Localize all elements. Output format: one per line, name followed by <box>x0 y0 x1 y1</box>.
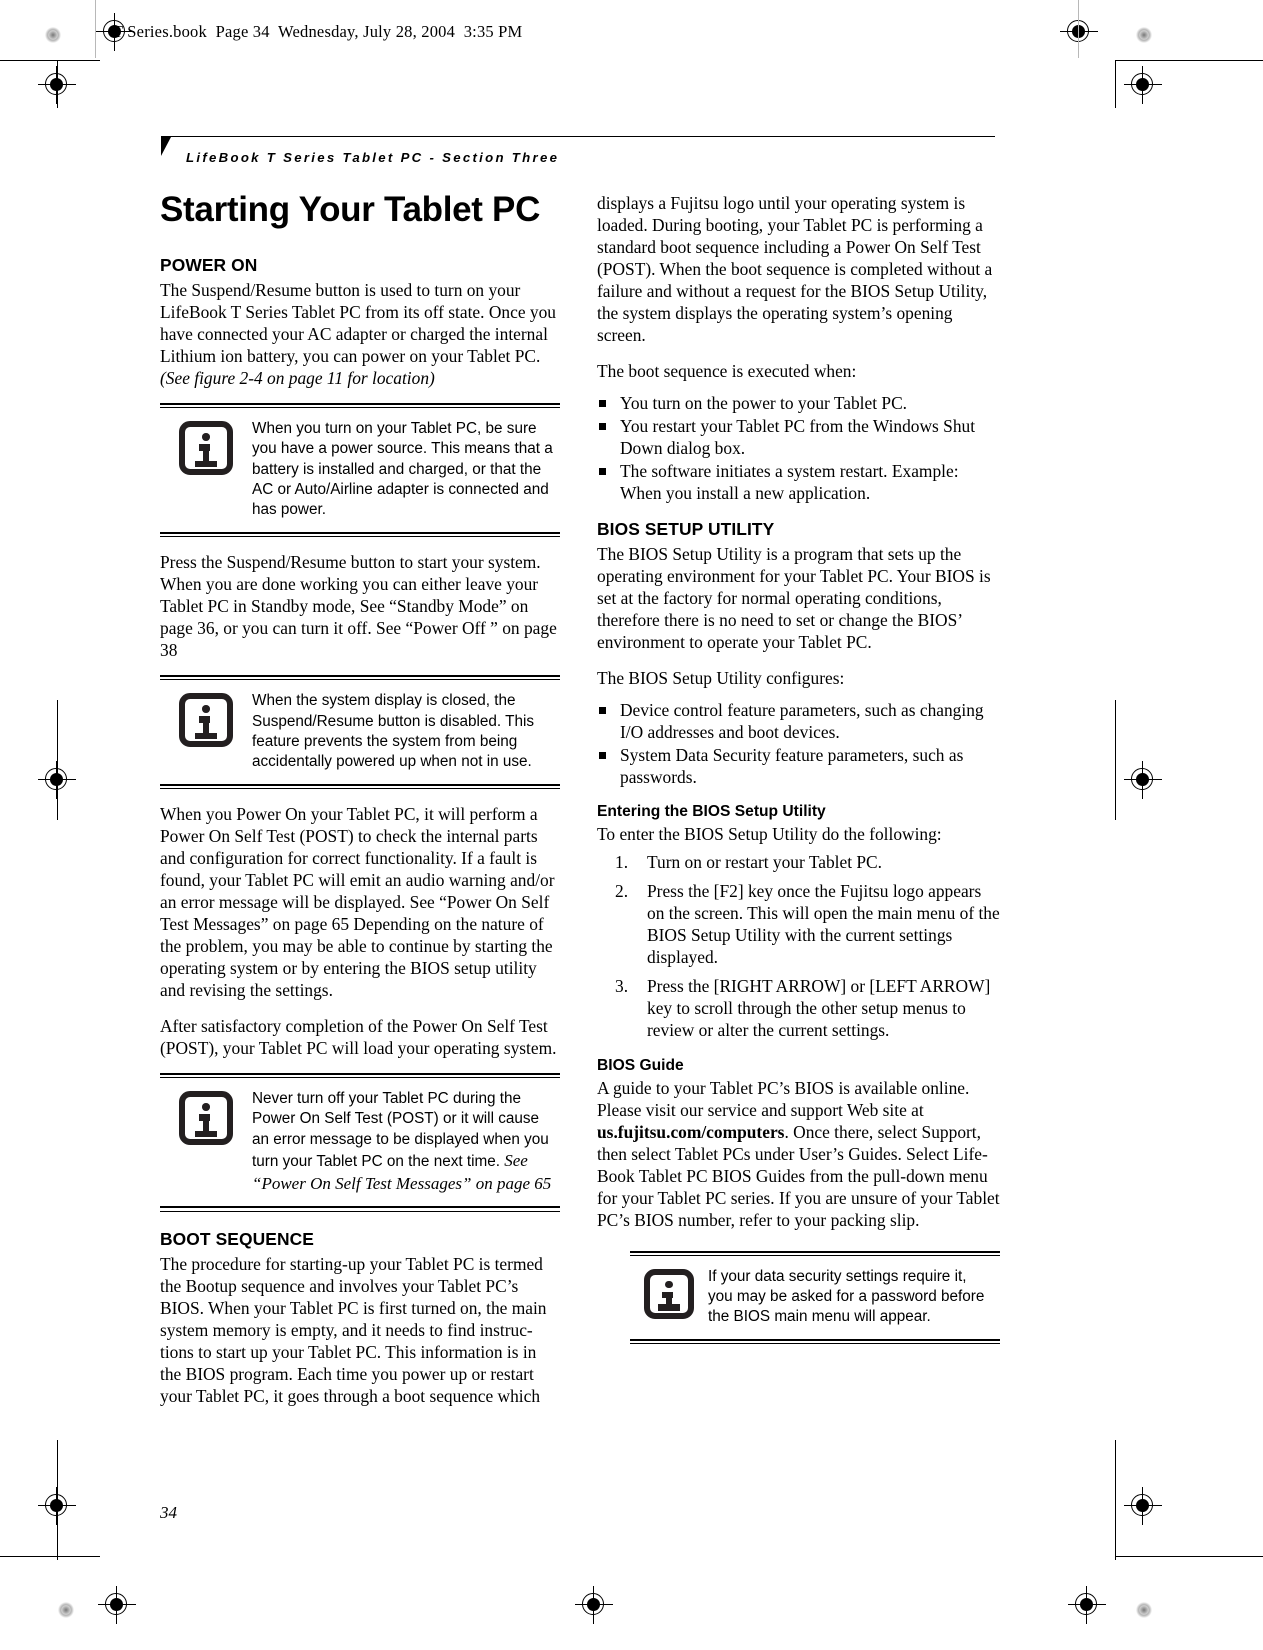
info-box-rule-bottom <box>160 1206 560 1212</box>
information-icon <box>179 693 233 748</box>
registration-mark-right-lower <box>1124 1487 1162 1525</box>
registration-mark-right-middle <box>1124 761 1162 799</box>
crop-line-bottom-right <box>1115 1556 1263 1558</box>
paragraph-bios-configures-lead: The BIOS Setup Utility configures: <box>597 668 845 689</box>
paragraph-boot-executed-lead: The boot sequence is executed when: <box>597 361 857 382</box>
paragraph-post-completion: After satisfactory completion of the Pow… <box>160 1015 557 1058</box>
list-boot-sequence-triggers: You turn on the power to your Tablet PC.… <box>597 392 1000 504</box>
paragraph-bios-guide: A guide to your Tablet PC’s BIOS is avai… <box>597 1077 1000 1231</box>
page-title: Starting Your Tablet PC <box>160 190 541 229</box>
info-box-text: When you turn on your Tablet PC, be sure… <box>252 420 553 519</box>
list-item: Press the [RIGHT ARROW] or [LEFT ARROW] … <box>615 975 991 1041</box>
document-page: T Series.book Page 34 Wednesday, July 28… <box>0 0 1263 1650</box>
crop-line-left-vertical-top <box>57 60 59 108</box>
paragraph-power-on-figure-ref: (See figure 2-4 on page 11 for location) <box>160 367 435 388</box>
info-box-never-turn-off: Never turn off your Tablet PC during the… <box>160 1072 560 1212</box>
heading-bios-guide: BIOS Guide <box>597 1056 684 1074</box>
heading-bios-setup-utility: BIOS SETUP UTILITY <box>597 519 775 540</box>
information-icon <box>644 1268 694 1319</box>
info-box-power-source: When you turn on your Tablet PC, be sure… <box>160 402 560 537</box>
info-box-rule-bottom <box>160 531 560 537</box>
info-icon-wrap <box>160 1089 252 1146</box>
paragraph-boot-continued: displays a Fujitsu logo until your opera… <box>597 193 993 346</box>
info-icon-wrap <box>630 1267 708 1319</box>
crop-line-right-vertical-middle <box>1115 700 1117 820</box>
registration-mark-bottom-right <box>1068 1586 1106 1624</box>
list-entering-bios-steps: Turn on or restart your Tablet PC. Press… <box>597 851 1000 1041</box>
crop-line-left-vertical-middle <box>57 700 59 820</box>
heading-boot-sequence: BOOT SEQUENCE <box>160 1228 314 1249</box>
crop-line-top-left <box>0 60 100 62</box>
info-icon-wrap <box>160 691 252 748</box>
list-item: You restart your Tablet PC from the Wind… <box>597 415 1000 459</box>
header-triangle-marker <box>161 137 171 156</box>
bios-guide-url[interactable]: us.fujitsu.com/computers <box>597 1122 784 1142</box>
crop-line-top-right <box>1115 60 1263 62</box>
paragraph-power-on-intro: The Suspend/Resume button is used to tur… <box>160 279 560 389</box>
crop-line-bottom-left <box>0 1556 100 1558</box>
starburst-calibration-mark-top-left <box>31 13 75 57</box>
registration-mark-top-right <box>1060 13 1098 51</box>
info-box-data-security: If your data security settings require i… <box>630 1250 1000 1345</box>
heading-entering-bios-setup: Entering the BIOS Setup Utility <box>597 803 826 821</box>
information-icon <box>179 421 233 476</box>
starburst-calibration-mark-bottom-left <box>44 1588 88 1632</box>
list-bios-configures: Device control feature parameters, such … <box>597 699 1000 788</box>
right-column: displays a Fujitsu logo until your opera… <box>597 192 1000 1358</box>
list-item: Press the [F2] key once the Fujitsu logo… <box>615 880 1000 968</box>
info-box-text: Never turn off your Tablet PC during the… <box>252 1089 560 1195</box>
info-icon-wrap <box>160 419 252 476</box>
left-column: Starting Your Tablet PC POWER ON The Sus… <box>160 190 560 1421</box>
info-box-display-closed: When the system display is closed, the S… <box>160 675 560 789</box>
paragraph-boot-sequence: The procedure for starting-up your Table… <box>160 1253 547 1406</box>
list-item: You turn on the power to your Tablet PC. <box>597 392 1000 414</box>
starburst-calibration-mark-top-right <box>1122 13 1166 57</box>
paragraph-post-description: When you Power On your Tablet PC, it wil… <box>160 803 555 1000</box>
running-header: LifeBook T Series Tablet PC - Section Th… <box>186 150 560 165</box>
guide-line-left <box>95 0 96 58</box>
registration-mark-bottom-center <box>575 1586 613 1624</box>
crop-line-right-vertical-top <box>1115 60 1117 108</box>
registration-mark-bottom-left <box>98 1586 136 1624</box>
file-stamp: T Series.book Page 34 Wednesday, July 28… <box>113 22 523 41</box>
info-box-rule-bottom <box>630 1338 1000 1345</box>
crop-line-left-vertical-bottom <box>57 1440 59 1560</box>
info-box-text: When the system display is closed, the S… <box>252 692 535 771</box>
information-icon <box>179 1091 233 1146</box>
crop-line-right-vertical-bottom <box>1115 1440 1117 1560</box>
paragraph-bios-setup-intro: The BIOS Setup Utility is a program that… <box>597 544 991 653</box>
paragraph-power-on-intro-text: The Suspend/Resume button is used to tur… <box>160 279 556 366</box>
heading-power-on: POWER ON <box>160 254 258 275</box>
list-item: System Data Security feature parameters,… <box>597 744 1000 788</box>
paragraph-entering-bios-lead: To enter the BIOS Setup Utility do the f… <box>597 824 942 845</box>
list-item: Device control feature parameters, such … <box>597 699 1000 743</box>
guide-line-right <box>1078 0 1079 58</box>
header-rule <box>161 136 995 138</box>
paragraph-bios-guide-part1: A guide to your Tablet PC’s BIOS is avai… <box>597 1077 970 1120</box>
paragraph-suspend-resume: Press the Suspend/Resume button to start… <box>160 551 557 660</box>
list-item: The software initiates a system restart.… <box>597 460 1000 504</box>
starburst-calibration-mark-bottom-right <box>1122 1588 1166 1632</box>
info-box-rule-bottom <box>160 783 560 789</box>
info-box-text: If your data security settings require i… <box>708 1267 985 1326</box>
registration-mark-right-upper <box>1124 66 1162 104</box>
list-item: Turn on or restart your Tablet PC. <box>615 851 882 873</box>
page-number: 34 <box>160 1503 177 1522</box>
